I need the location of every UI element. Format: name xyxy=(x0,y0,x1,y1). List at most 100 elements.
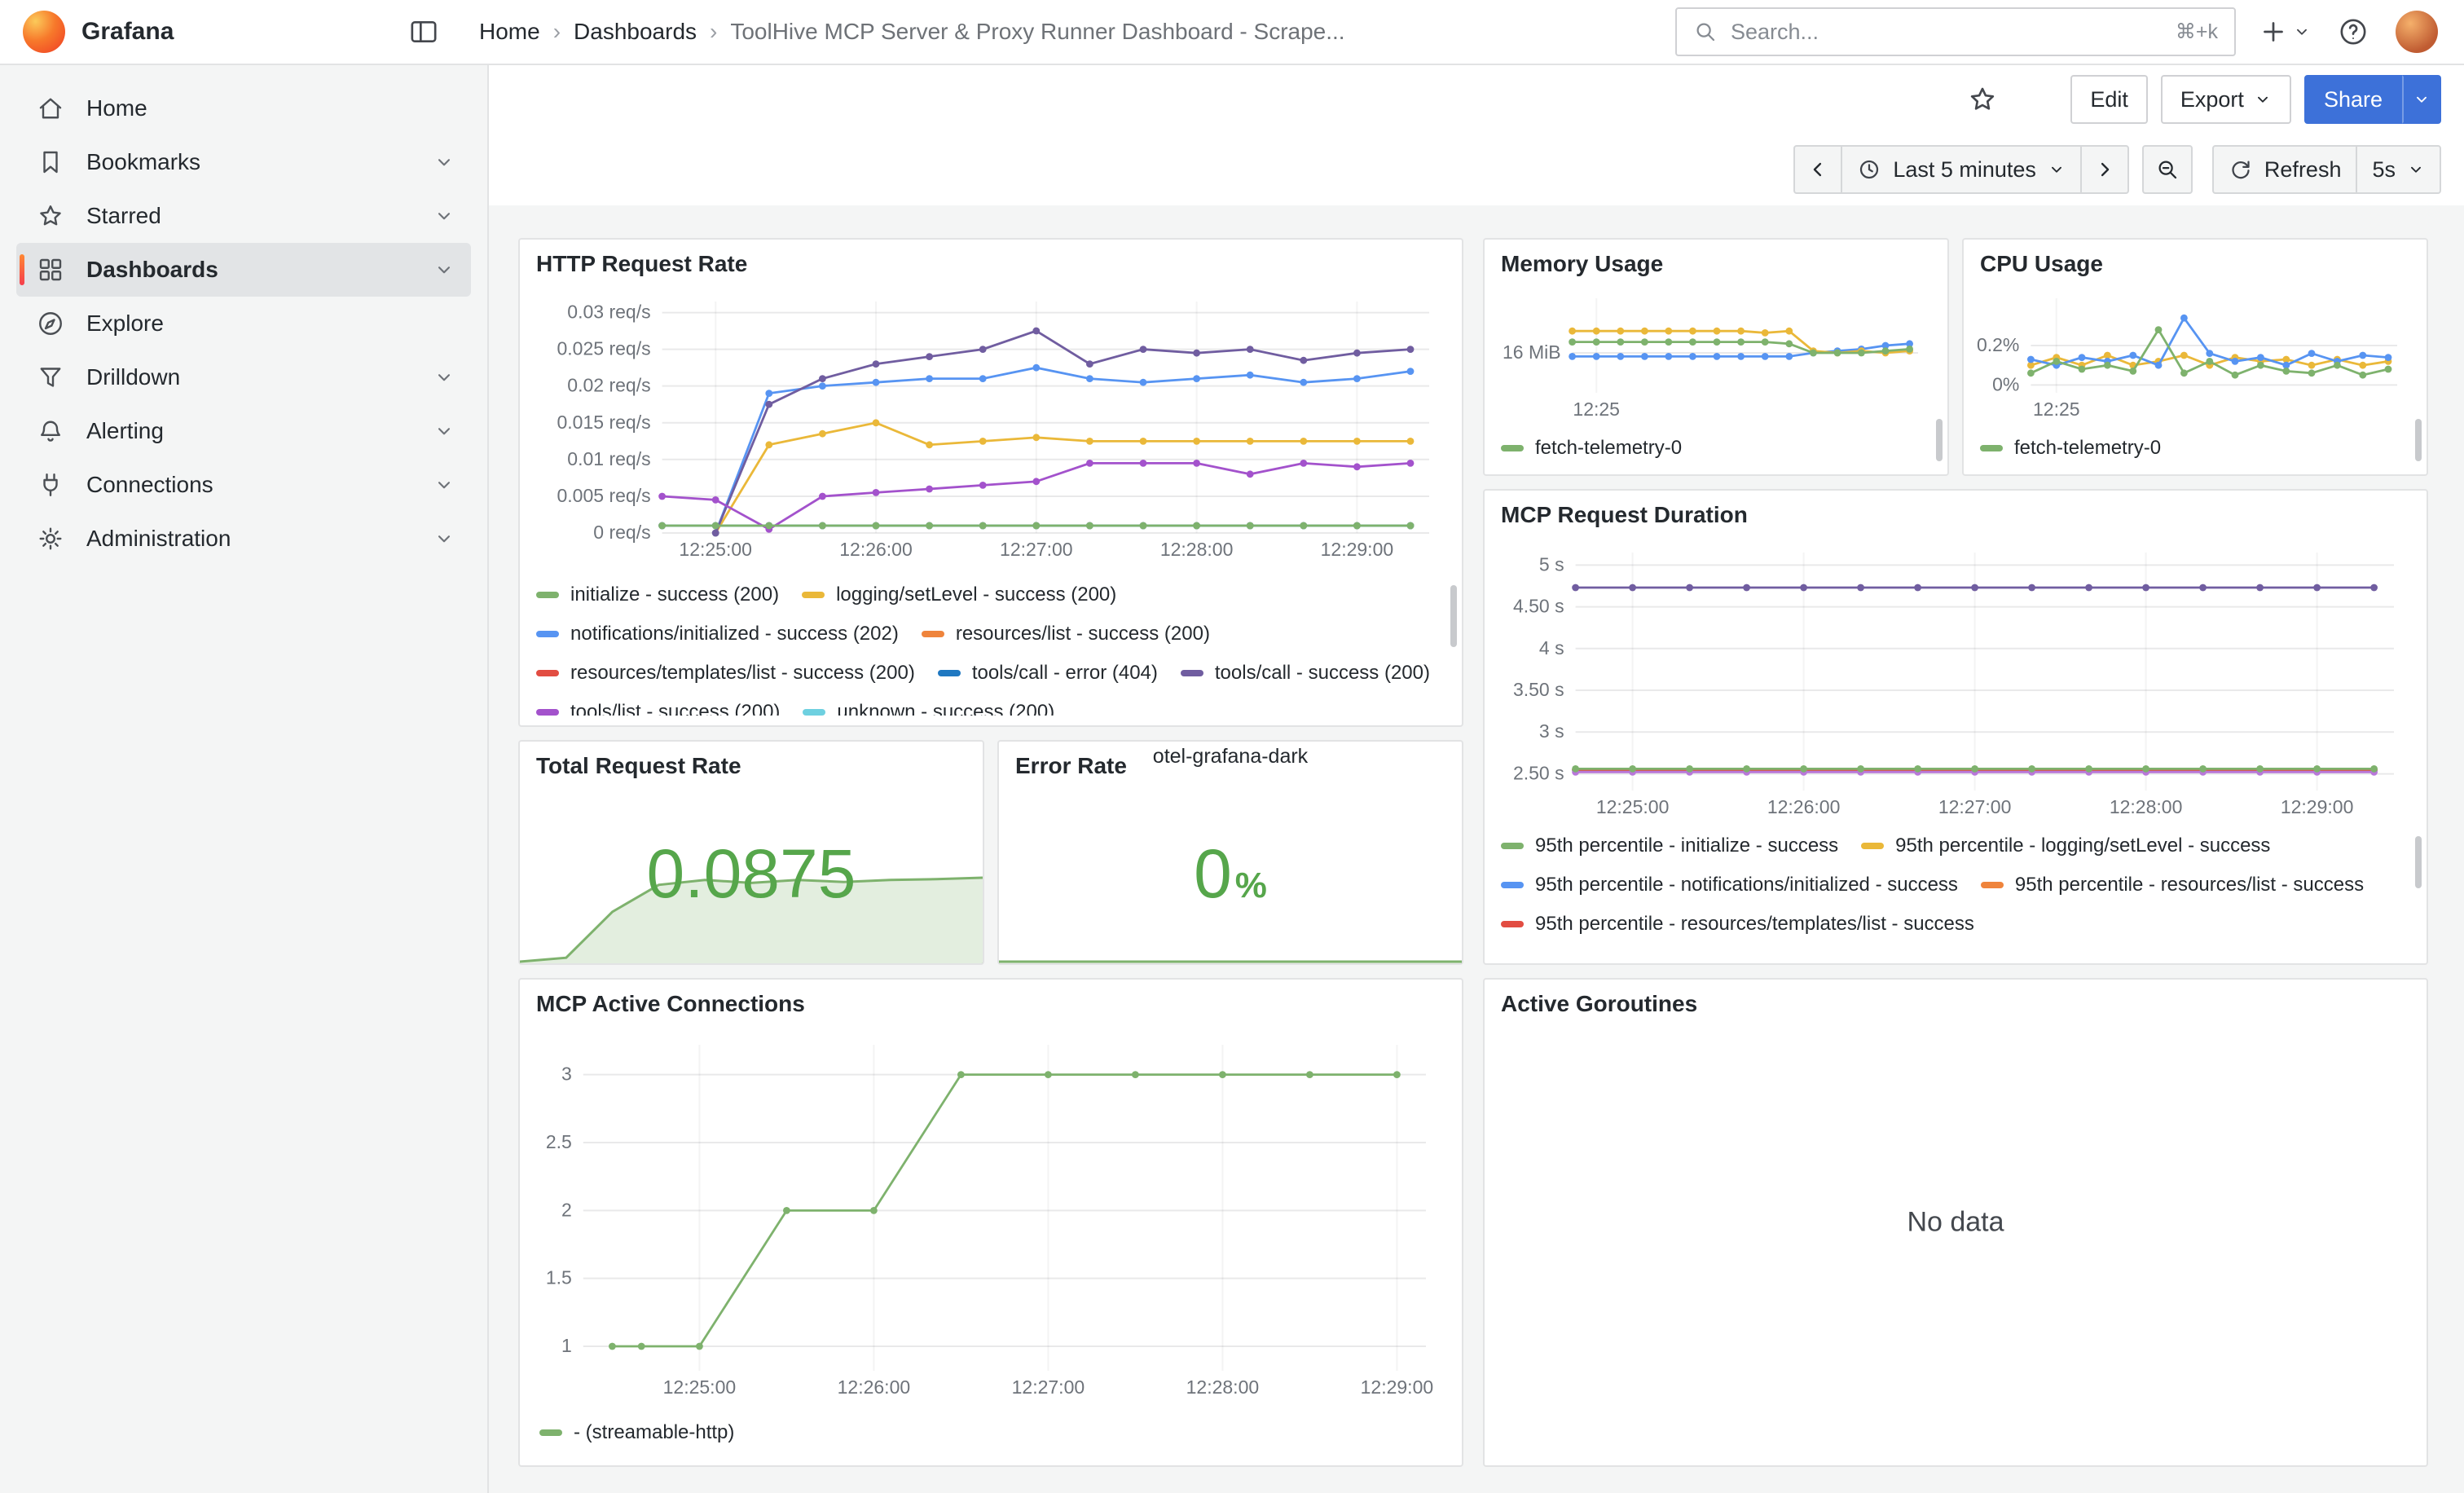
grafana-app: Grafana Home › Dashboards › ToolHive MCP… xyxy=(0,0,2464,1493)
svg-text:3.50 s: 3.50 s xyxy=(1513,679,1564,700)
legend-item[interactable]: logging/setLevel - success (200) xyxy=(802,575,1116,614)
legend-item[interactable]: 95th percentile - resources/templates/li… xyxy=(1501,905,1974,944)
legend-label: 95th percentile - resources/list - succe… xyxy=(2015,874,2364,896)
total-request-rate-stat[interactable]: 0.0875 xyxy=(520,777,983,963)
legend-item[interactable]: fetch-telemetry-0 xyxy=(1980,429,2161,468)
mcp-active-connections-legend: - (streamable-http) xyxy=(539,1413,1432,1452)
chevron-down-icon[interactable] xyxy=(433,152,455,173)
chevron-down-icon[interactable] xyxy=(433,367,455,388)
favorite-button[interactable] xyxy=(1966,83,1999,116)
legend-item[interactable]: unknown - success (200) xyxy=(803,693,1054,716)
memory-usage-chart[interactable]: 16 MiB12:25 xyxy=(1491,285,1931,422)
sidebar-item-starred[interactable]: Starred xyxy=(16,189,471,243)
legend-scrollbar[interactable] xyxy=(2415,836,2422,888)
http-request-rate-chart[interactable]: 0 req/s0.005 req/s0.01 req/s0.015 req/s0… xyxy=(530,288,1442,562)
export-button[interactable]: Export xyxy=(2161,75,2291,124)
help-button[interactable] xyxy=(2337,15,2369,48)
time-shift-forward-button[interactable] xyxy=(2080,145,2129,194)
panel-title[interactable]: HTTP Request Rate xyxy=(520,240,1462,282)
grafana-logo-icon[interactable] xyxy=(23,11,65,53)
legend-item[interactable]: - (streamable-http) xyxy=(539,1413,734,1452)
time-range-button[interactable]: Last 5 minutes xyxy=(1841,145,2082,194)
refresh-button[interactable]: Refresh xyxy=(2212,145,2358,194)
legend-swatch xyxy=(938,670,961,676)
panel-cpu-usage: CPU Usage 0%0.2%12:25 fetch-telemetry-0 xyxy=(1962,238,2428,476)
legend-item[interactable]: tools/call - success (200) xyxy=(1181,654,1430,693)
legend-item[interactable]: resources/templates/list - success (200) xyxy=(536,654,915,693)
chevron-down-icon[interactable] xyxy=(433,528,455,549)
refresh-interval-button[interactable]: 5s xyxy=(2356,145,2441,194)
panel-title[interactable]: MCP Request Duration xyxy=(1485,491,2427,533)
refresh-interval-label: 5s xyxy=(2372,157,2396,183)
sidebar-item-explore[interactable]: Explore xyxy=(16,297,471,350)
legend-label: 95th percentile - notifications/initiali… xyxy=(1535,874,1958,896)
legend-item[interactable]: notifications/initialized - success (202… xyxy=(536,614,899,654)
user-avatar[interactable] xyxy=(2396,11,2438,53)
legend-scrollbar[interactable] xyxy=(2415,419,2422,461)
chevron-down-icon xyxy=(2048,161,2066,178)
legend-swatch xyxy=(803,709,825,716)
sidebar-item-drilldown[interactable]: Drilldown xyxy=(16,350,471,404)
breadcrumb-home[interactable]: Home xyxy=(479,19,540,45)
chevron-down-icon[interactable] xyxy=(433,205,455,227)
drilldown-icon xyxy=(36,363,65,392)
svg-text:0.015 req/s: 0.015 req/s xyxy=(557,412,651,433)
sidebar-item-dashboards[interactable]: Dashboards xyxy=(16,243,471,297)
sidebar-item-alerting[interactable]: Alerting xyxy=(16,404,471,458)
chevron-down-icon[interactable] xyxy=(433,474,455,495)
chevron-down-icon xyxy=(2413,90,2431,108)
share-menu-button[interactable] xyxy=(2402,75,2441,124)
zoom-out-button[interactable] xyxy=(2142,145,2193,194)
panel-title[interactable]: Active Goroutines xyxy=(1485,980,2427,1022)
sidebar-item-administration[interactable]: Administration xyxy=(16,512,471,566)
legend-item[interactable]: resources/list - success (200) xyxy=(922,614,1210,654)
legend-swatch xyxy=(1980,445,2003,451)
svg-text:5 s: 5 s xyxy=(1539,553,1564,575)
legend-swatch xyxy=(1501,921,1524,927)
legend-item[interactable]: 95th percentile - initialize - success xyxy=(1501,826,1838,865)
panel-error-rate: otel-grafana-dark Error Rate 0% xyxy=(997,740,1463,965)
svg-text:12:27:00: 12:27:00 xyxy=(1000,539,1073,560)
mcp-request-duration-chart[interactable]: 2.50 s3 s3.50 s4 s4.50 s5 s12:25:0012:26… xyxy=(1494,540,2407,820)
legend-scrollbar[interactable] xyxy=(1936,419,1943,461)
svg-text:12:25: 12:25 xyxy=(2033,399,2080,420)
panel-title[interactable]: MCP Active Connections xyxy=(520,980,1462,1022)
mcp-active-connections-chart[interactable]: 11.522.5312:25:0012:26:0012:27:0012:28:0… xyxy=(533,1032,1439,1400)
share-button[interactable]: Share xyxy=(2304,75,2402,124)
sidebar-item-home[interactable]: Home xyxy=(16,81,471,135)
legend-item[interactable]: 95th percentile - notifications/initiali… xyxy=(1501,865,1958,905)
panel-title[interactable]: Memory Usage xyxy=(1485,240,1947,282)
breadcrumb-dashboards[interactable]: Dashboards xyxy=(574,19,697,45)
svg-text:2: 2 xyxy=(561,1199,572,1220)
legend-item[interactable]: tools/list - success (200) xyxy=(536,693,780,716)
sidebar-item-bookmarks[interactable]: Bookmarks xyxy=(16,135,471,189)
error-rate-stat[interactable]: 0% xyxy=(999,777,1462,963)
legend-item[interactable]: 95th percentile - logging/setLevel - suc… xyxy=(1861,826,2270,865)
sidebar-item-connections[interactable]: Connections xyxy=(16,458,471,512)
legend-label: 95th percentile - logging/setLevel - suc… xyxy=(1895,835,2270,857)
svg-text:0.02 req/s: 0.02 req/s xyxy=(567,375,650,396)
chevron-down-icon[interactable] xyxy=(433,259,455,280)
no-data-message: No data xyxy=(1485,1207,2427,1239)
panel-title[interactable]: CPU Usage xyxy=(1964,240,2427,282)
svg-text:4 s: 4 s xyxy=(1539,637,1564,658)
stat-suffix: % xyxy=(1235,865,1267,905)
panel-memory-usage: Memory Usage 16 MiB12:25 fetch-telemetry… xyxy=(1483,238,1949,476)
chevron-down-icon[interactable] xyxy=(433,421,455,442)
legend-item[interactable]: 95th percentile - resources/list - succe… xyxy=(1981,865,2364,905)
legend-item[interactable]: tools/call - error (404) xyxy=(938,654,1158,693)
edit-label: Edit xyxy=(2090,87,2128,112)
time-shift-back-button[interactable] xyxy=(1793,145,1842,194)
dock-menu-button[interactable] xyxy=(407,15,440,48)
legend-item[interactable]: fetch-telemetry-0 xyxy=(1501,429,1682,468)
legend-item[interactable]: initialize - success (200) xyxy=(536,575,779,614)
legend-label: unknown - success (200) xyxy=(837,701,1054,716)
create-new-button[interactable] xyxy=(2259,17,2311,46)
edit-button[interactable]: Edit xyxy=(2070,75,2148,124)
cpu-usage-chart[interactable]: 0%0.2%12:25 xyxy=(1970,285,2410,422)
search-input[interactable]: Search... ⌘+k xyxy=(1675,7,2236,56)
legend-scrollbar[interactable] xyxy=(1450,585,1457,647)
legend-swatch xyxy=(1861,843,1884,849)
svg-text:2.5: 2.5 xyxy=(546,1131,572,1152)
chart-canvas: 0%0.2%12:25 xyxy=(1970,285,2410,422)
